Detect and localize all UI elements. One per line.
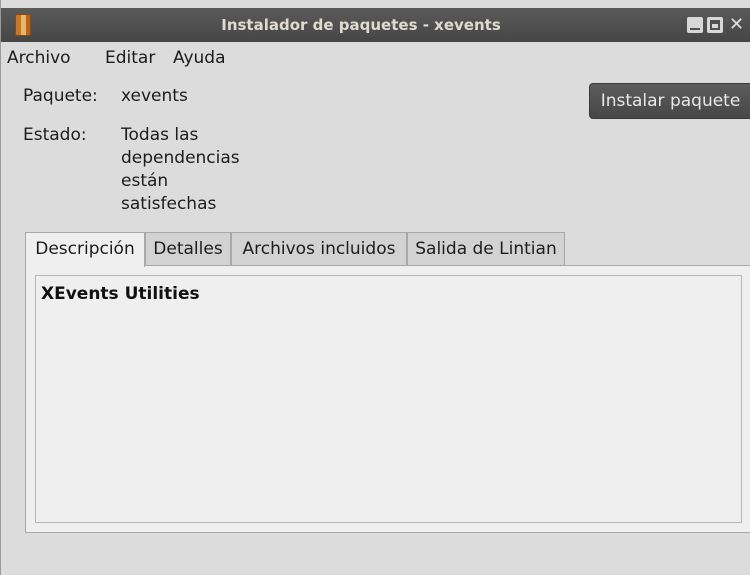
maximize-icon[interactable]	[707, 17, 723, 33]
package-label: Paquete:	[23, 86, 98, 106]
title-bar[interactable]: Instalador de paquetes - xevents ✕	[1, 8, 750, 42]
package-name: xevents	[121, 86, 188, 106]
close-icon[interactable]: ✕	[729, 16, 750, 34]
status-value: Todas las dependencias están satisfechas	[121, 125, 240, 214]
menu-archivo[interactable]: Archivo	[7, 48, 71, 68]
menu-editar[interactable]: Editar	[105, 48, 155, 68]
menu-bar: Archivo Editar Ayuda	[1, 44, 750, 74]
window-title: Instalador de paquetes - xevents	[221, 16, 501, 34]
tab-salida-de-lintian[interactable]: Salida de Lintian	[407, 232, 565, 266]
description-title: XEvents Utilities	[41, 284, 200, 304]
install-package-button[interactable]: Instalar paquete	[589, 83, 750, 119]
tab-detalles[interactable]: Detalles	[145, 232, 231, 266]
description-panel: XEvents Utilities	[25, 265, 750, 533]
tab-descripcion[interactable]: Descripción	[25, 232, 145, 267]
minimize-icon[interactable]	[687, 17, 703, 33]
menu-ayuda[interactable]: Ayuda	[173, 48, 226, 68]
status-label: Estado:	[23, 125, 87, 145]
description-text-area[interactable]: XEvents Utilities	[35, 275, 742, 523]
package-installer-window: Instalador de paquetes - xevents ✕ Archi…	[0, 0, 750, 575]
tab-archivos-incluidos[interactable]: Archivos incluidos	[231, 232, 407, 266]
